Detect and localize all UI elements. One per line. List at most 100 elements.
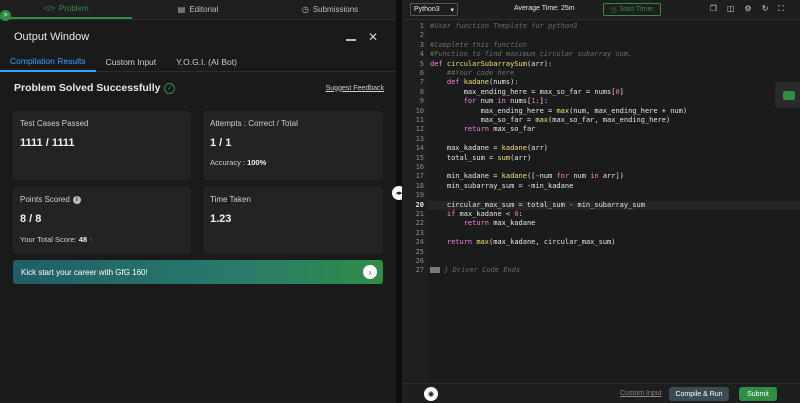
reset-icon[interactable]: ↻ — [762, 4, 769, 14]
tab-editorial[interactable]: ▤ Editorial — [132, 0, 264, 19]
line-number: 24 — [415, 238, 424, 247]
total-score-line: Your Total Score: 48 ↑ — [20, 235, 93, 244]
points-label: Points Scored — [20, 195, 70, 204]
line-number: 26 — [415, 257, 424, 265]
code-line: ##Your code here — [430, 69, 515, 77]
left-pane: </> Problem ▤ Editorial ◷ Submissions > … — [0, 0, 396, 403]
chat-icon — [782, 90, 795, 100]
code-icon: </> — [43, 4, 55, 13]
line-number: 27 — [415, 266, 424, 275]
time-value: 1.23 — [210, 213, 232, 225]
custom-input-link[interactable]: Custom Input — [620, 390, 662, 397]
line-number: 17 — [415, 172, 424, 181]
code-line: #Function to find maximum circular subar… — [430, 50, 633, 59]
app-root: </> Problem ▤ Editorial ◷ Submissions > … — [0, 0, 800, 403]
accuracy-line: Accuracy : 100% — [210, 158, 266, 167]
line-number: 4 — [419, 50, 424, 59]
code-line: max_kadane = kadane(arr) — [430, 144, 549, 153]
status-line: Problem Solved Successfully ✓ Suggest Fe… — [14, 82, 384, 94]
code-line: def kadane(nums): — [446, 78, 519, 87]
line-number: 25 — [415, 247, 424, 256]
line-number: 10 — [415, 106, 424, 115]
code-line: return max_kadane — [463, 219, 536, 228]
copy-icon[interactable]: ❐ — [710, 4, 717, 14]
code-editor[interactable]: 1 2 3 4 5 6 7 8 9 10 11 12 13 14 15 16 17 18 19 20 21 22 23 24 2… — [402, 21, 800, 383]
code-line: return max_so_far — [463, 125, 536, 134]
code-line: #User function Template for python3 — [430, 22, 578, 30]
chevron-right-icon[interactable]: › — [363, 265, 377, 279]
editor-toolbar: Python3 ▾ Average Time: 25m ◷ Start Time… — [402, 0, 800, 20]
editor-tool-icons: ❐ ◫ ⚙ ↻ ⛶ — [710, 4, 784, 14]
points-card: Points Scored i 8 / 8 Your Total Score: … — [13, 187, 191, 254]
chevron-down-icon: ▾ — [450, 6, 454, 14]
code-line: def circularSubarraySum(arr): — [430, 59, 553, 68]
total-score-value: 48 — [78, 235, 88, 244]
average-time: Average Time: 25m — [514, 5, 575, 12]
lightbulb-icon[interactable]: ✺ — [424, 387, 438, 401]
chevron-right-icon: > — [3, 12, 8, 19]
editor-bottom-bar: ✺ Custom Input Compile & Run Submit — [402, 383, 800, 403]
submit-button[interactable]: Submit — [739, 387, 777, 401]
document-icon: ▤ — [177, 5, 186, 14]
info-icon[interactable]: i — [72, 195, 81, 204]
line-number: 9 — [419, 97, 424, 106]
tab-label: Problem — [58, 4, 89, 13]
suggest-feedback-link[interactable]: Suggest Feedback — [326, 85, 384, 92]
attempts-value: 1 / 1 — [210, 137, 232, 149]
output-window-actions: ✕ — [345, 30, 378, 44]
output-tabs: Compilation Results Custom Input Y.O.G.I… — [0, 52, 396, 72]
code-line: } Driver Code Ends — [430, 266, 520, 274]
line-number: 1 — [419, 22, 424, 30]
line-number: 7 — [419, 78, 424, 87]
code-line: if max_kadane < 0: — [446, 210, 523, 218]
line-number: 12 — [415, 125, 424, 134]
promo-banner[interactable]: Kick start your career with GfG 160! › — [13, 260, 383, 284]
tab-problem[interactable]: </> Problem — [0, 0, 132, 19]
line-number: 13 — [415, 134, 424, 143]
line-number: 16 — [415, 163, 424, 171]
line-number: 6 — [419, 69, 424, 77]
points-label-row: Points Scored i — [20, 195, 81, 204]
code-line: return max(max_kadane, circular_max_sum) — [446, 238, 616, 247]
fullscreen-icon[interactable]: ⛶ — [778, 4, 784, 14]
chat-button[interactable] — [775, 82, 800, 108]
status-text: Problem Solved Successfully — [14, 82, 161, 94]
line-number: 2 — [419, 31, 424, 40]
line-number: 8 — [419, 87, 424, 96]
tab-submissions[interactable]: ◷ Submissions — [264, 0, 396, 19]
code-line: circular_max_sum = total_sum - min_subar… — [430, 200, 645, 209]
expand-panel-button[interactable]: > — [0, 10, 11, 21]
line-number: 14 — [415, 144, 424, 153]
language-select[interactable]: Python3 ▾ — [410, 3, 458, 16]
total-score-label: Your Total Score: — [20, 235, 79, 244]
promo-text: Kick start your career with GfG 160! — [21, 267, 148, 277]
attempts-card: Attempts : Correct / Total 1 / 1 Accurac… — [203, 111, 383, 180]
line-number: 18 — [415, 181, 424, 190]
code-line: total_sum = sum(arr) — [430, 153, 532, 162]
split-view-icon[interactable]: ◫ — [727, 4, 735, 14]
settings-icon[interactable]: ⚙ — [745, 4, 752, 14]
test-cases-label: Test Cases Passed — [20, 119, 89, 128]
tab-compilation-results[interactable]: Compilation Results — [0, 52, 96, 72]
language-value: Python3 — [414, 6, 440, 13]
start-timer-button[interactable]: ◷ Start Timer — [603, 3, 661, 16]
line-gutter: 1 2 3 4 5 6 7 8 9 10 11 12 13 14 15 16 17 18 19 20 21 22 23 24 2… — [402, 21, 428, 383]
problem-tabs: </> Problem ▤ Editorial ◷ Submissions — [0, 0, 396, 20]
code-line: max_ending_here = max_so_far = nums[0] — [430, 87, 624, 96]
time-label: Time Taken — [210, 195, 251, 204]
right-pane: Python3 ▾ Average Time: 25m ◷ Start Time… — [402, 0, 800, 403]
arrow-up-icon: ↑ — [89, 235, 93, 244]
tab-custom-input[interactable]: Custom Input — [96, 52, 167, 72]
code-line: max_ending_here = max(num, max_ending_he… — [430, 106, 688, 115]
close-icon[interactable]: ✕ — [368, 30, 378, 44]
start-timer-label: Start Timer — [619, 6, 654, 13]
minimize-icon[interactable] — [345, 39, 356, 41]
line-number: 21 — [415, 210, 424, 218]
compile-run-button[interactable]: Compile & Run — [669, 387, 729, 401]
code-line: for num in nums[1:]: — [463, 97, 549, 106]
tab-label: Submissions — [312, 5, 359, 14]
tab-yogi-ai-bot[interactable]: Y.O.G.I. (AI Bot) — [166, 52, 247, 72]
tab-label: Editorial — [189, 5, 219, 14]
fold-marker-icon[interactable] — [430, 267, 440, 274]
line-number: 3 — [419, 40, 424, 49]
